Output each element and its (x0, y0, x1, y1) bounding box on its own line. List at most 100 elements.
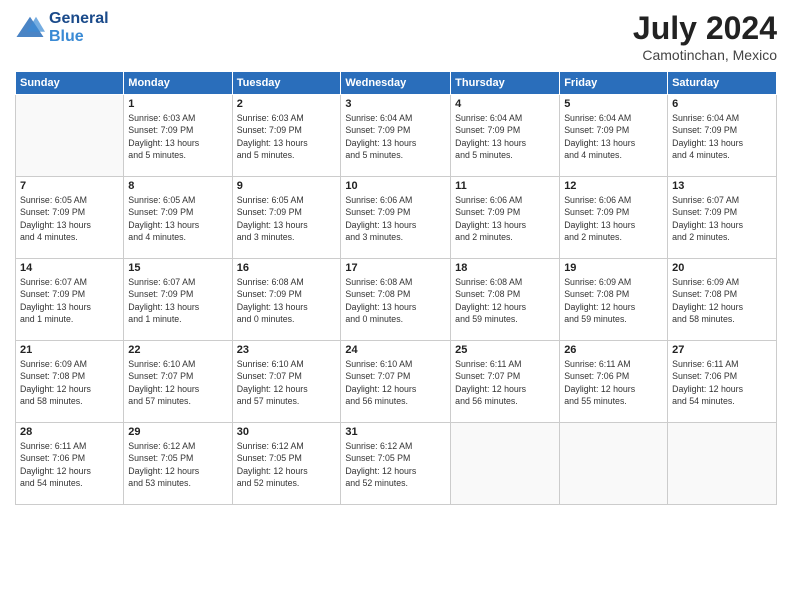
day-number: 18 (455, 262, 555, 274)
day-number: 23 (237, 344, 337, 356)
calendar-day-cell: 13 Sunrise: 6:07 AMSunset: 7:09 PMDayligh… (668, 177, 777, 259)
calendar-day-cell: 1 Sunrise: 6:03 AMSunset: 7:09 PMDaylight… (124, 95, 232, 177)
calendar-day-cell: 4 Sunrise: 6:04 AMSunset: 7:09 PMDaylight… (451, 95, 560, 177)
day-info: Sunrise: 6:11 AMSunset: 7:07 PMDaylight:… (455, 358, 555, 407)
day-number: 5 (564, 98, 663, 110)
calendar-week-row: 7Sunrise: 6:05 AMSunset: 7:09 PMDaylight… (16, 177, 777, 259)
day-number: 17 (345, 262, 446, 274)
day-info: Sunrise: 6:10 AMSunset: 7:07 PMDaylight:… (128, 358, 227, 407)
calendar-table: SundayMondayTuesdayWednesdayThursdayFrid… (15, 71, 777, 505)
calendar-day-cell: 12Sunrise: 6:06 AMSunset: 7:09 PMDayligh… (560, 177, 668, 259)
day-info: Sunrise: 6:04 AMSunset: 7:09 PMDaylight:… (345, 112, 446, 161)
day-number: 26 (564, 344, 663, 356)
calendar-week-row: 28 Sunrise: 6:11 AMSunset: 7:06 PMDayligh… (16, 423, 777, 505)
day-info: Sunrise: 6:11 AMSunset: 7:06 PMDaylight:… (672, 358, 772, 407)
day-number: 19 (564, 262, 663, 274)
day-info: Sunrise: 6:12 AMSunset: 7:05 PMDaylight:… (237, 440, 337, 489)
day-info: Sunrise: 6:08 AMSunset: 7:08 PMDaylight:… (455, 276, 555, 325)
calendar-day-cell: 20Sunrise: 6:09 AMSunset: 7:08 PMDayligh… (668, 259, 777, 341)
day-number: 13 (672, 180, 772, 192)
day-number: 27 (672, 344, 772, 356)
calendar-day-cell: 21 Sunrise: 6:09 AMSunset: 7:08 PMDayligh… (16, 341, 124, 423)
day-info: Sunrise: 6:12 AMSunset: 7:05 PMDaylight:… (345, 440, 446, 489)
day-info: Sunrise: 6:04 AMSunset: 7:09 PMDaylight:… (455, 112, 555, 161)
day-number: 11 (455, 180, 555, 192)
day-number: 25 (455, 344, 555, 356)
day-info: Sunrise: 6:07 AMSunset: 7:09 PMDaylight:… (128, 276, 227, 325)
day-info: Sunrise: 6:05 AMSunset: 7:09 PMDaylight:… (237, 194, 337, 243)
day-number: 8 (128, 180, 227, 192)
calendar-day-cell: 15 Sunrise: 6:07 AMSunset: 7:09 PMDayligh… (124, 259, 232, 341)
header: General Blue July 2024 Camotinchan, Mexi… (15, 10, 777, 63)
calendar-day-cell: 6Sunrise: 6:04 AMSunset: 7:09 PMDaylight… (668, 95, 777, 177)
day-number: 20 (672, 262, 772, 274)
calendar-day-header: Monday (124, 72, 232, 95)
calendar-day-header: Sunday (16, 72, 124, 95)
day-number: 24 (345, 344, 446, 356)
day-info: Sunrise: 6:03 AMSunset: 7:09 PMDaylight:… (128, 112, 227, 161)
calendar-day-cell: 2 Sunrise: 6:03 AMSunset: 7:09 PMDaylight… (232, 95, 341, 177)
day-number: 10 (345, 180, 446, 192)
logo: General Blue (15, 10, 109, 45)
calendar-day-cell: 18 Sunrise: 6:08 AMSunset: 7:08 PMDayligh… (451, 259, 560, 341)
calendar-day-cell: 11Sunrise: 6:06 AMSunset: 7:09 PMDayligh… (451, 177, 560, 259)
calendar-day-cell: 3 Sunrise: 6:04 AMSunset: 7:09 PMDaylight… (341, 95, 451, 177)
calendar-header-row: SundayMondayTuesdayWednesdayThursdayFrid… (16, 72, 777, 95)
day-number: 30 (237, 426, 337, 438)
calendar-day-cell: 25 Sunrise: 6:11 AMSunset: 7:07 PMDayligh… (451, 341, 560, 423)
title-block: July 2024 Camotinchan, Mexico (633, 10, 777, 63)
day-number: 2 (237, 98, 337, 110)
calendar-day-cell: 29Sunrise: 6:12 AMSunset: 7:05 PMDayligh… (124, 423, 232, 505)
day-number: 1 (128, 98, 227, 110)
day-info: Sunrise: 6:03 AMSunset: 7:09 PMDaylight:… (237, 112, 337, 161)
day-info: Sunrise: 6:09 AMSunset: 7:08 PMDaylight:… (20, 358, 119, 407)
day-number: 22 (128, 344, 227, 356)
day-number: 12 (564, 180, 663, 192)
month-year: July 2024 (633, 10, 777, 47)
calendar-day-cell: 22 Sunrise: 6:10 AMSunset: 7:07 PMDayligh… (124, 341, 232, 423)
calendar-day-cell: 24 Sunrise: 6:10 AMSunset: 7:07 PMDayligh… (341, 341, 451, 423)
calendar-day-cell: 9Sunrise: 6:05 AMSunset: 7:09 PMDaylight… (232, 177, 341, 259)
page-container: General Blue July 2024 Camotinchan, Mexi… (0, 0, 792, 515)
day-info: Sunrise: 6:11 AMSunset: 7:06 PMDaylight:… (20, 440, 119, 489)
calendar-day-cell: 10 Sunrise: 6:06 AMSunset: 7:09 PMDayligh… (341, 177, 451, 259)
calendar-day-cell: 8 Sunrise: 6:05 AMSunset: 7:09 PMDaylight… (124, 177, 232, 259)
day-info: Sunrise: 6:11 AMSunset: 7:06 PMDaylight:… (564, 358, 663, 407)
day-info: Sunrise: 6:07 AMSunset: 7:09 PMDaylight:… (672, 194, 772, 243)
day-info: Sunrise: 6:08 AMSunset: 7:08 PMDaylight:… (345, 276, 446, 325)
day-number: 31 (345, 426, 446, 438)
calendar-day-header: Wednesday (341, 72, 451, 95)
calendar-day-header: Tuesday (232, 72, 341, 95)
day-info: Sunrise: 6:05 AMSunset: 7:09 PMDaylight:… (128, 194, 227, 243)
day-number: 16 (237, 262, 337, 274)
calendar-day-cell: 5Sunrise: 6:04 AMSunset: 7:09 PMDaylight… (560, 95, 668, 177)
calendar-day-cell: 16 Sunrise: 6:08 AMSunset: 7:09 PMDayligh… (232, 259, 341, 341)
calendar-day-cell (560, 423, 668, 505)
calendar-week-row: 1 Sunrise: 6:03 AMSunset: 7:09 PMDaylight… (16, 95, 777, 177)
calendar-day-cell: 30 Sunrise: 6:12 AMSunset: 7:05 PMDayligh… (232, 423, 341, 505)
calendar-day-header: Saturday (668, 72, 777, 95)
calendar-day-cell: 28 Sunrise: 6:11 AMSunset: 7:06 PMDayligh… (16, 423, 124, 505)
calendar-day-cell: 19Sunrise: 6:09 AMSunset: 7:08 PMDayligh… (560, 259, 668, 341)
day-number: 21 (20, 344, 119, 356)
day-number: 14 (20, 262, 119, 274)
calendar-day-cell: 26 Sunrise: 6:11 AMSunset: 7:06 PMDayligh… (560, 341, 668, 423)
logo-icon (15, 13, 45, 43)
calendar-day-cell: 31 Sunrise: 6:12 AMSunset: 7:05 PMDayligh… (341, 423, 451, 505)
day-number: 6 (672, 98, 772, 110)
logo-text-line1: General (49, 10, 109, 28)
day-number: 15 (128, 262, 227, 274)
calendar-day-cell (451, 423, 560, 505)
day-info: Sunrise: 6:05 AMSunset: 7:09 PMDaylight:… (20, 194, 119, 243)
day-number: 29 (128, 426, 227, 438)
day-info: Sunrise: 6:07 AMSunset: 7:09 PMDaylight:… (20, 276, 119, 325)
calendar-day-cell: 7Sunrise: 6:05 AMSunset: 7:09 PMDaylight… (16, 177, 124, 259)
day-number: 4 (455, 98, 555, 110)
day-number: 3 (345, 98, 446, 110)
day-info: Sunrise: 6:06 AMSunset: 7:09 PMDaylight:… (345, 194, 446, 243)
calendar-day-cell: 23Sunrise: 6:10 AMSunset: 7:07 PMDayligh… (232, 341, 341, 423)
calendar-week-row: 14 Sunrise: 6:07 AMSunset: 7:09 PMDayligh… (16, 259, 777, 341)
day-number: 28 (20, 426, 119, 438)
day-info: Sunrise: 6:08 AMSunset: 7:09 PMDaylight:… (237, 276, 337, 325)
day-info: Sunrise: 6:10 AMSunset: 7:07 PMDaylight:… (345, 358, 446, 407)
